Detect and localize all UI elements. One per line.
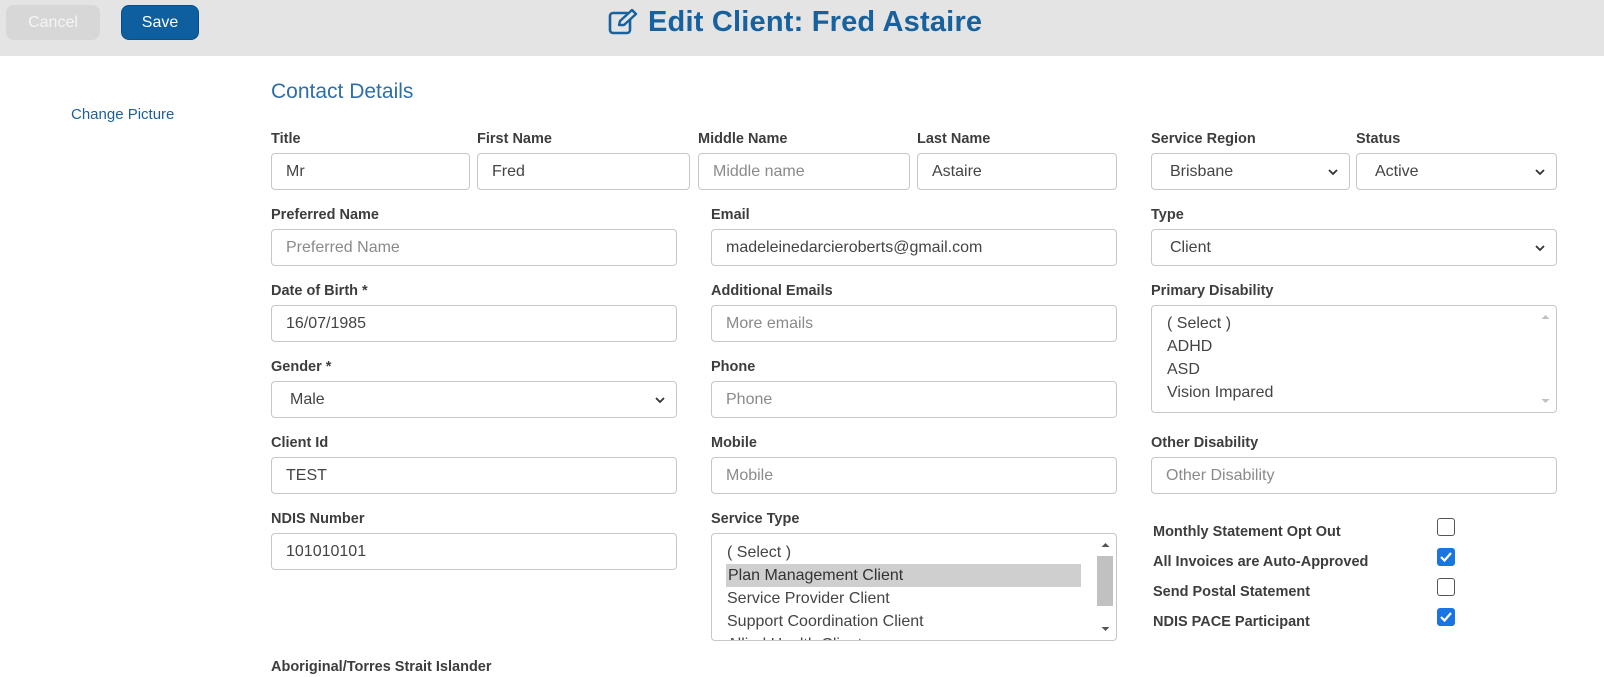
check-icon	[1440, 552, 1452, 563]
last-name-input[interactable]: Astaire	[917, 153, 1117, 190]
other-disability-label: Other Disability	[1151, 435, 1259, 451]
scroll-down-icon[interactable]	[1540, 396, 1551, 406]
ndis-number-label: NDIS Number	[271, 511, 365, 527]
scroll-up-icon[interactable]	[1100, 540, 1111, 550]
chevron-down-icon	[1328, 169, 1338, 176]
email-label: Email	[711, 207, 750, 223]
checkbox-label: NDIS PACE Participant	[1153, 614, 1310, 630]
type-value: Client	[1170, 238, 1211, 256]
edit-icon	[608, 8, 638, 36]
page-title-group: Edit Client: Fred Astaire	[608, 2, 982, 42]
ndis-pace-checkbox[interactable]	[1437, 608, 1455, 626]
status-value: Active	[1375, 162, 1419, 180]
service-region-select[interactable]: Brisbane	[1151, 153, 1350, 190]
list-item[interactable]: ( Select )	[727, 541, 791, 564]
type-select[interactable]: Client	[1151, 229, 1557, 266]
scroll-up-icon[interactable]	[1540, 312, 1551, 322]
additional-emails-label: Additional Emails	[711, 283, 833, 299]
title-label: Title	[271, 131, 301, 147]
status-select[interactable]: Active	[1356, 153, 1557, 190]
primary-disability-listbox[interactable]: ( Select ) ADHD ASD Vision Impared	[1151, 305, 1557, 413]
first-name-input[interactable]: Fred	[477, 153, 690, 190]
checkbox-label: Send Postal Statement	[1153, 584, 1311, 600]
service-type-listbox[interactable]: ( Select ) Plan Management Client Servic…	[711, 533, 1117, 641]
mobile-input[interactable]: Mobile	[711, 457, 1117, 494]
list-item[interactable]: ( Select )	[1167, 312, 1231, 335]
middle-name-input[interactable]: Middle name	[698, 153, 910, 190]
preferred-name-label: Preferred Name	[271, 207, 379, 223]
send-postal-statement-checkbox[interactable]	[1437, 578, 1455, 596]
additional-emails-input[interactable]: More emails	[711, 305, 1117, 342]
phone-input[interactable]: Phone	[711, 381, 1117, 418]
scrollbar-thumb[interactable]	[1097, 556, 1113, 606]
middle-name-label: Middle Name	[698, 131, 788, 147]
list-item[interactable]: ADHD	[1167, 335, 1212, 358]
list-item[interactable]: ASD	[1167, 358, 1200, 381]
first-name-label: First Name	[477, 131, 552, 147]
title-input[interactable]: Mr	[271, 153, 470, 190]
chevron-down-icon	[1535, 245, 1545, 252]
section-title: Contact Details	[271, 80, 414, 103]
scroll-down-icon[interactable]	[1100, 624, 1111, 634]
save-button[interactable]: Save	[121, 5, 199, 40]
gender-value: Male	[290, 390, 325, 408]
checkbox-label: All Invoices are Auto-Approved	[1153, 554, 1369, 570]
aboriginal-label: Aboriginal/Torres Strait Islander	[271, 659, 492, 675]
monthly-statement-opt-out-checkbox[interactable]	[1437, 518, 1455, 536]
dob-label: Date of Birth *	[271, 283, 368, 299]
list-item[interactable]: Vision Impared	[1167, 381, 1273, 404]
chevron-down-icon	[655, 397, 665, 404]
dob-input[interactable]: 16/07/1985	[271, 305, 677, 342]
chevron-down-icon	[1535, 169, 1545, 176]
auto-approved-checkbox[interactable]	[1437, 548, 1455, 566]
list-item[interactable]: Allied Health Client	[727, 633, 862, 640]
status-label: Status	[1356, 131, 1401, 147]
check-icon	[1440, 612, 1452, 623]
list-item[interactable]: Service Provider Client	[727, 587, 890, 610]
primary-disability-label: Primary Disability	[1151, 283, 1274, 299]
checkbox-label: Monthly Statement Opt Out	[1153, 524, 1341, 540]
service-type-label: Service Type	[711, 511, 800, 527]
ndis-number-input[interactable]: 101010101	[271, 533, 677, 570]
list-item[interactable]: Support Coordination Client	[727, 610, 924, 633]
phone-label: Phone	[711, 359, 756, 375]
other-disability-input[interactable]: Other Disability	[1151, 457, 1557, 494]
list-item-selected[interactable]: Plan Management Client	[726, 564, 1081, 587]
service-region-label: Service Region	[1151, 131, 1256, 147]
client-id-input[interactable]: TEST	[271, 457, 677, 494]
gender-label: Gender *	[271, 359, 332, 375]
preferred-name-input[interactable]: Preferred Name	[271, 229, 677, 266]
type-label: Type	[1151, 207, 1184, 223]
client-id-label: Client Id	[271, 435, 329, 451]
mobile-label: Mobile	[711, 435, 757, 451]
email-input[interactable]: madeleinedarcieroberts@gmail.com	[711, 229, 1117, 266]
service-region-value: Brisbane	[1170, 162, 1234, 180]
gender-select[interactable]: Male	[271, 381, 677, 418]
last-name-label: Last Name	[917, 131, 991, 147]
cancel-button[interactable]: Cancel	[6, 5, 100, 40]
page-title: Edit Client: Fred Astaire	[648, 5, 983, 38]
change-picture-link[interactable]: Change Picture	[71, 106, 174, 123]
